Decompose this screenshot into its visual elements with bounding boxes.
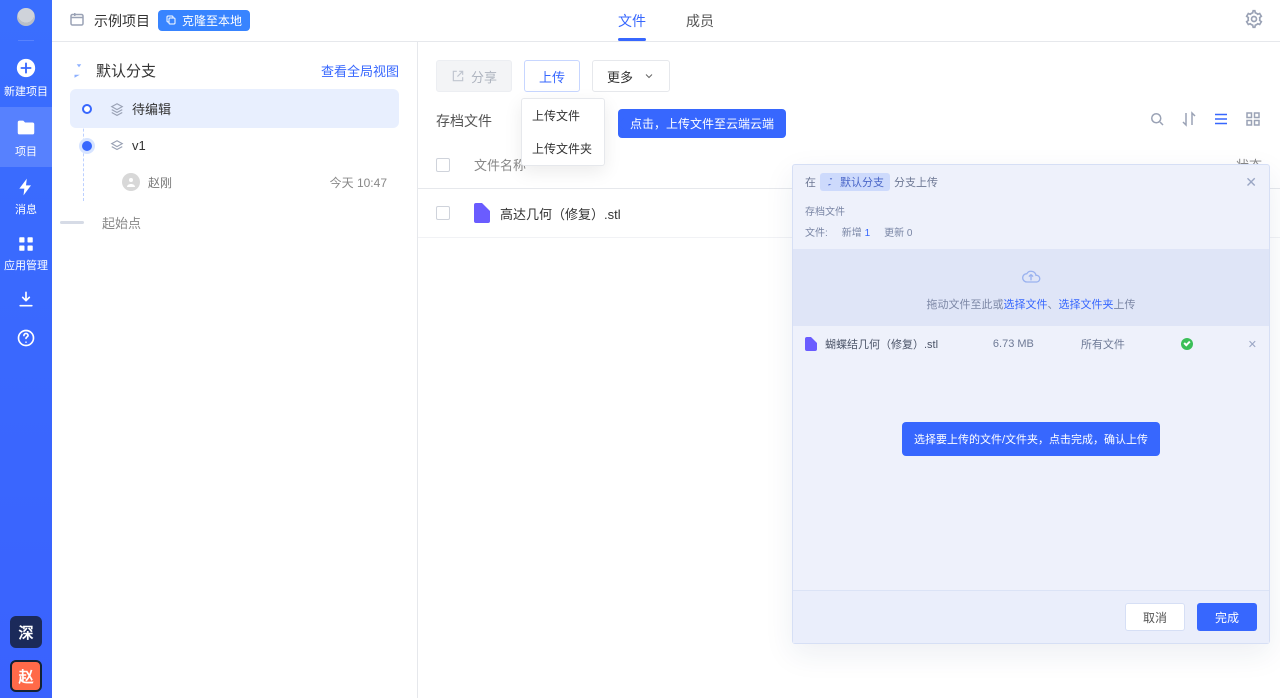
more-button[interactable]: 更多 bbox=[592, 60, 670, 92]
branch-timeline: 待编辑 v1 赵刚 今天 10:47 bbox=[52, 89, 417, 201]
panel-header: 在 默认分支 分支上传 ✕ bbox=[793, 165, 1269, 199]
topbar-tabs: 文件 成员 bbox=[618, 0, 714, 41]
depth-button[interactable]: 深 bbox=[10, 616, 42, 648]
file-icon bbox=[474, 203, 490, 223]
nav-messages[interactable]: 消息 bbox=[0, 167, 52, 225]
panel-subheader: 存档文件 bbox=[793, 199, 1269, 224]
node-label: v1 bbox=[132, 138, 146, 153]
share-button: 分享 bbox=[436, 60, 512, 92]
panel-file-name: 蝴蝶结几何（修复）.stl bbox=[825, 336, 938, 352]
file-icon bbox=[805, 337, 817, 351]
folder-icon bbox=[0, 117, 52, 139]
nav-new-project[interactable]: 新建项目 bbox=[0, 47, 52, 107]
remove-file-icon[interactable]: ✕ bbox=[1248, 338, 1257, 351]
panel-file-size: 6.73 MB bbox=[993, 338, 1053, 350]
panel-file-type: 所有文件 bbox=[1081, 336, 1141, 352]
node-time: 今天 10:47 bbox=[330, 174, 387, 191]
global-view-link[interactable]: 查看全局视图 bbox=[321, 61, 399, 80]
branch-chip[interactable]: 默认分支 bbox=[820, 173, 890, 191]
drop-zone[interactable]: 拖动文件至此或选择文件、选择文件夹上传 bbox=[793, 249, 1269, 326]
left-rail: 新建项目 项目 消息 应用管理 深 赵 bbox=[0, 0, 52, 698]
apps-icon bbox=[0, 235, 52, 253]
list-view-icon[interactable] bbox=[1212, 110, 1230, 131]
toolbar: 分享 上传 更多 上传文件 上传文件夹 点击，上传文件至云端云端 bbox=[418, 42, 1280, 110]
node-author[interactable]: 赵刚 今天 10:47 bbox=[70, 163, 399, 201]
panel-footer: 取消 完成 bbox=[793, 590, 1269, 643]
panel-file-row: 蝴蝶结几何（修复）.stl 6.73 MB 所有文件 ✕ bbox=[793, 326, 1269, 362]
panel-stats: 文件: 新增 1 更新 0 bbox=[793, 224, 1269, 249]
nav-label: 消息 bbox=[0, 201, 52, 217]
avatar-icon bbox=[122, 173, 140, 191]
upload-tooltip: 点击，上传文件至云端云端 bbox=[618, 109, 786, 138]
settings-icon[interactable] bbox=[1244, 9, 1264, 32]
plus-icon bbox=[0, 57, 52, 79]
select-all-checkbox[interactable] bbox=[436, 158, 450, 172]
author-name: 赵刚 bbox=[148, 174, 172, 191]
branch-title: 默认分支 bbox=[70, 60, 156, 81]
node-label: 待编辑 bbox=[132, 99, 171, 118]
upload-folder-option[interactable]: 上传文件夹 bbox=[522, 132, 604, 165]
file-name: 高达几何（修复）.stl bbox=[500, 204, 621, 223]
cloud-upload-icon bbox=[805, 267, 1257, 290]
sort-icon[interactable] bbox=[1180, 110, 1198, 131]
nav-label: 项目 bbox=[0, 143, 52, 159]
panel-hint: 选择要上传的文件/文件夹，点击完成，确认上传 bbox=[902, 422, 1160, 456]
search-icon[interactable] bbox=[1148, 110, 1166, 131]
done-button[interactable]: 完成 bbox=[1197, 603, 1257, 631]
project-icon bbox=[68, 10, 86, 31]
node-origin: 起始点 bbox=[52, 201, 417, 244]
download-icon[interactable] bbox=[16, 289, 36, 312]
select-folder-link[interactable]: 选择文件夹 bbox=[1059, 299, 1114, 311]
project-title: 示例项目 克隆至本地 bbox=[68, 10, 250, 31]
cancel-button[interactable]: 取消 bbox=[1125, 603, 1185, 631]
upload-panel: 在 默认分支 分支上传 ✕ 存档文件 文件: 新增 1 更新 0 拖动文件至此或… bbox=[792, 164, 1270, 644]
upload-file-option[interactable]: 上传文件 bbox=[522, 99, 604, 132]
node-v1[interactable]: v1 bbox=[70, 128, 399, 163]
bolt-icon bbox=[0, 177, 52, 197]
node-edit[interactable]: 待编辑 bbox=[70, 89, 399, 128]
layers-icon bbox=[110, 102, 124, 116]
user-avatar-small[interactable] bbox=[17, 8, 35, 26]
select-file-link[interactable]: 选择文件 bbox=[1004, 299, 1048, 311]
help-icon[interactable] bbox=[16, 328, 36, 351]
close-icon[interactable]: ✕ bbox=[1245, 174, 1257, 191]
project-name: 示例项目 bbox=[94, 11, 150, 31]
row-checkbox[interactable] bbox=[436, 206, 450, 220]
tab-files[interactable]: 文件 bbox=[618, 0, 646, 41]
nav-label: 新建项目 bbox=[0, 83, 52, 99]
layers-icon bbox=[110, 139, 124, 153]
grid-view-icon[interactable] bbox=[1244, 110, 1262, 131]
tab-members[interactable]: 成员 bbox=[686, 0, 714, 41]
panel-file-list: 蝴蝶结几何（修复）.stl 6.73 MB 所有文件 ✕ bbox=[793, 326, 1269, 362]
nav-apps[interactable]: 应用管理 bbox=[0, 225, 52, 281]
user-shortname-button[interactable]: 赵 bbox=[10, 660, 42, 692]
branch-panel: 默认分支 查看全局视图 待编辑 v1 赵刚 bbox=[52, 42, 418, 698]
nav-projects[interactable]: 项目 bbox=[0, 107, 52, 167]
upload-dropdown: 上传文件 上传文件夹 bbox=[521, 98, 605, 166]
status-ok-icon bbox=[1181, 338, 1193, 350]
clone-badge[interactable]: 克隆至本地 bbox=[158, 10, 250, 31]
chevron-down-icon bbox=[643, 70, 655, 82]
topbar: 示例项目 克隆至本地 文件 成员 bbox=[52, 0, 1280, 42]
nav-label: 应用管理 bbox=[0, 257, 52, 273]
upload-button[interactable]: 上传 bbox=[524, 60, 580, 92]
